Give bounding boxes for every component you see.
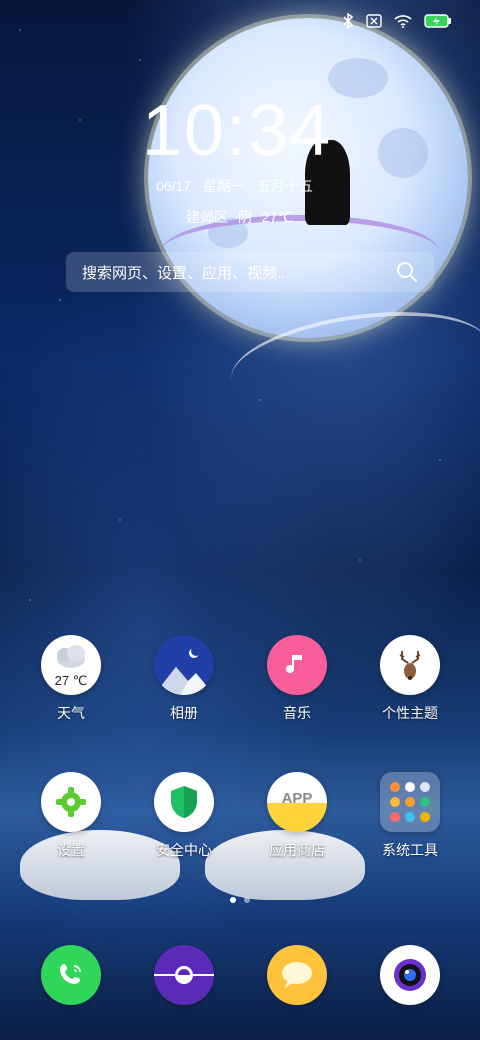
lunar-date: 五月十五 [256, 178, 313, 194]
location: 建邺区 [186, 209, 228, 225]
date: 06/17 [156, 178, 192, 194]
search-icon[interactable] [396, 261, 418, 283]
gallery-mountain-moon-icon [154, 635, 214, 695]
app-label-system-tools: 系统工具 [382, 842, 438, 858]
app-settings[interactable]: 设置 [16, 772, 126, 860]
dock-browser[interactable] [129, 945, 239, 1005]
app-label-theme: 个性主题 [382, 705, 438, 721]
weather-line[interactable]: 建邺区 阴 27℃ [186, 207, 299, 227]
app-store-icon: APP [267, 772, 327, 832]
shield-icon [154, 772, 214, 832]
wifi-icon [394, 14, 412, 28]
app-security[interactable]: 安全中心 [129, 772, 239, 860]
page-indicator[interactable] [0, 897, 480, 903]
dock-messages[interactable] [242, 945, 352, 1005]
messages-icon [267, 945, 327, 1005]
browser-icon [154, 945, 214, 1005]
clock-time[interactable]: 10:34 [142, 90, 332, 172]
app-gallery[interactable]: 相册 [129, 635, 239, 723]
bluetooth-icon [342, 13, 354, 29]
deer-theme-icon [380, 635, 440, 695]
settings-gear-icon [41, 772, 101, 832]
camera-icon [380, 945, 440, 1005]
date-line[interactable]: 06/17 星期一 五月十五 [156, 176, 321, 196]
folder-tools-icon [380, 772, 440, 832]
app-label-music: 音乐 [283, 705, 311, 721]
no-sim-icon [366, 14, 382, 28]
status-bar [342, 10, 452, 32]
temperature: 27℃ [261, 209, 294, 225]
app-store[interactable]: APP 应用商店 [242, 772, 352, 860]
app-theme[interactable]: 个性主题 [355, 635, 465, 723]
battery-charging-icon [424, 14, 452, 28]
dock-camera[interactable] [355, 945, 465, 1005]
page-dot-1[interactable] [230, 897, 236, 903]
weather-badge: 27 ℃ [54, 673, 88, 688]
search-placeholder: 搜索网页、设置、应用、视频... [82, 264, 290, 282]
app-label-weather: 天气 [57, 705, 85, 721]
app-music[interactable]: 音乐 [242, 635, 352, 723]
app-label-security: 安全中心 [156, 842, 212, 858]
app-label-gallery: 相册 [170, 705, 198, 721]
app-label-store: 应用商店 [269, 842, 325, 858]
app-weather[interactable]: 27 ℃ 天气 [16, 635, 126, 723]
app-store-badge: APP [281, 790, 313, 807]
weather-cloud-icon: 27 ℃ [41, 635, 101, 695]
app-system-tools-folder[interactable]: 系统工具 [355, 772, 465, 860]
weekday: 星期一 [202, 178, 245, 194]
music-note-icon [267, 635, 327, 695]
phone-icon [41, 945, 101, 1005]
app-label-settings: 设置 [57, 842, 85, 858]
weather-condition: 阴 [237, 209, 252, 225]
dock-phone[interactable] [16, 945, 126, 1005]
page-dot-2[interactable] [244, 897, 250, 903]
search-bar[interactable]: 搜索网页、设置、应用、视频... [66, 252, 434, 292]
